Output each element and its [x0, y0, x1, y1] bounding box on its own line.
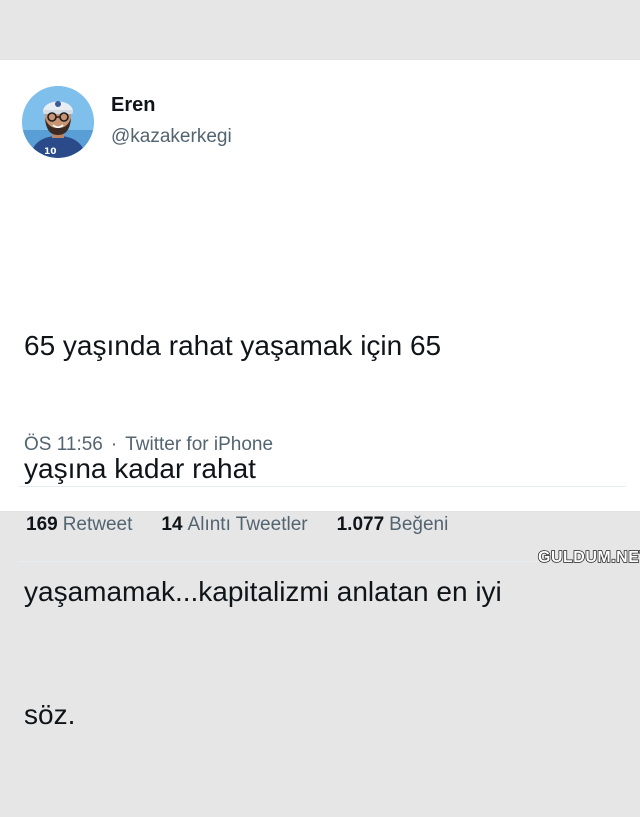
watermark: GULDUM.NET	[537, 548, 640, 567]
tweet-source[interactable]: Twitter for iPhone	[125, 431, 273, 459]
likes-stat[interactable]: 1.077 Beğeni	[337, 511, 449, 539]
quote-tweets-stat[interactable]: 14 Alıntı Tweetler	[161, 511, 307, 539]
retweet-label: Retweet	[62, 514, 133, 535]
author-handle[interactable]: @kazakerkegi	[111, 125, 232, 149]
avatar-image: 10	[22, 86, 94, 158]
divider	[18, 486, 626, 487]
tweet-text-line: 65 yaşında rahat yaşamak için 65	[24, 330, 442, 361]
divider	[18, 561, 626, 562]
likes-count: 1.077	[336, 514, 385, 535]
tweet-card: 10 Eren @kazakerkegi 65 yaşında rahat ya…	[0, 59, 640, 730]
retweet-stat[interactable]: 169 Retweet	[26, 511, 132, 539]
display-name[interactable]: Eren	[111, 93, 232, 117]
tweet-text-line: söz.	[24, 699, 76, 730]
quote-tweets-count: 14	[161, 514, 183, 535]
author-names: Eren @kazakerkegi	[111, 86, 232, 158]
tweet-text-line: yaşamamak...kapitalizmi anlatan en iyi	[24, 576, 502, 607]
tweet-meta: ÖS 11:56 · Twitter for iPhone	[24, 431, 273, 459]
meta-separator: ·	[110, 434, 118, 455]
tweet-time[interactable]: ÖS 11:56	[24, 431, 103, 459]
tweet-stats: 169 Retweet 14 Alıntı Tweetler 1.077 Beğ…	[26, 511, 477, 539]
likes-label: Beğeni	[389, 514, 449, 535]
quote-tweets-label: Alıntı Tweetler	[187, 514, 308, 535]
tweet-header: 10 Eren @kazakerkegi	[22, 86, 232, 158]
avatar[interactable]: 10	[22, 86, 94, 158]
svg-text:10: 10	[44, 147, 57, 157]
retweet-count: 169	[26, 514, 58, 535]
